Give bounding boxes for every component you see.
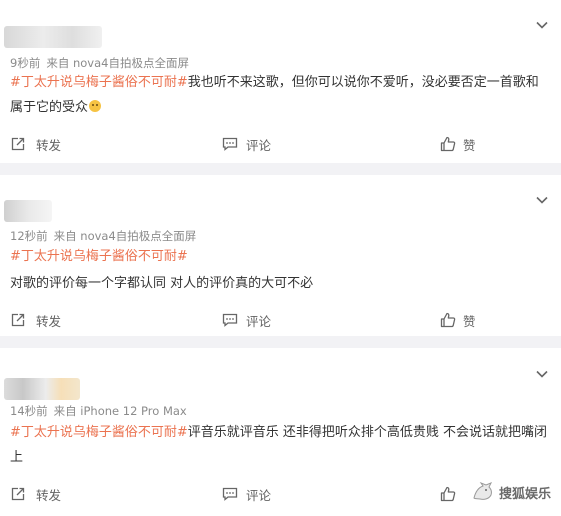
username-blurred[interactable] [4, 26, 102, 48]
post-time[interactable]: 14秒前 [10, 404, 48, 418]
comment-label: 评论 [246, 487, 272, 503]
post-source: 来自 nova4自拍极点全面屏 [53, 229, 197, 243]
like-label: 赞 [463, 313, 476, 329]
post-time[interactable]: 12秒前 [10, 229, 48, 243]
topic-tag[interactable]: #丁太升说乌梅子酱俗不可耐# [10, 75, 188, 90]
post-text: 对歌的评价每一个字都认同 对人的评价真的大可不必 [10, 276, 314, 291]
comment-button[interactable]: 评论 [222, 129, 271, 159]
topic-tag[interactable]: #丁太升说乌梅子酱俗不可耐# [10, 425, 188, 440]
comment-button[interactable]: 评论 [222, 479, 271, 509]
post-meta: 12秒前 来自 nova4自拍极点全面屏 [10, 228, 196, 244]
share-button[interactable]: 转发 [10, 305, 61, 335]
sohu-fox-icon [473, 482, 493, 500]
post-content: #丁太升说乌梅子酱俗不可耐#我也听不来这歌，但你可以说你不爱听，没必要否定一首歌… [10, 70, 550, 120]
chevron-down-icon[interactable] [535, 193, 549, 207]
share-button[interactable]: 转发 [10, 479, 61, 509]
like-button[interactable]: 赞 [440, 305, 476, 335]
post-source: 来自 iPhone 12 Pro Max [53, 404, 187, 418]
post-2: 12秒前 来自 nova4自拍极点全面屏 #丁太升说乌梅子酱俗不可耐# 对歌的评价… [0, 175, 561, 336]
comment-label: 评论 [246, 137, 272, 153]
thumbs-up-icon [440, 486, 456, 502]
post-1: 9秒前 来自 nova4自拍极点全面屏 #丁太升说乌梅子酱俗不可耐#我也听不来这歌… [0, 0, 561, 163]
share-label: 转发 [36, 137, 62, 153]
thumbs-up-icon [440, 136, 456, 152]
post-source: 来自 nova4自拍极点全面屏 [46, 56, 189, 70]
watermark-text: 搜狐娱乐 [498, 486, 551, 502]
share-icon [11, 487, 25, 501]
post-separator [0, 163, 561, 175]
like-button[interactable] [440, 479, 463, 509]
share-button[interactable]: 转发 [10, 129, 61, 159]
share-icon [11, 313, 25, 327]
chevron-down-icon[interactable] [535, 18, 549, 32]
comment-icon [222, 487, 238, 501]
share-label: 转发 [36, 313, 62, 329]
topic-tag[interactable]: #丁太升说乌梅子酱俗不可耐# [10, 249, 188, 264]
smile-emoji-icon [89, 100, 102, 112]
comment-icon [222, 313, 238, 327]
comment-label: 评论 [246, 313, 272, 329]
like-button[interactable]: 赞 [440, 129, 476, 159]
comment-icon [222, 137, 238, 151]
post-meta: 14秒前 来自 iPhone 12 Pro Max [10, 403, 187, 419]
post-content: #丁太升说乌梅子酱俗不可耐# 对歌的评价每一个字都认同 对人的评价真的大可不必 [10, 244, 550, 296]
post-time[interactable]: 9秒前 [10, 56, 40, 70]
post-content: #丁太升说乌梅子酱俗不可耐#评音乐就评音乐 还非得把听众排个高低贵贱 不会说话就… [10, 420, 550, 470]
action-bar: 转发 评论 赞 [0, 129, 561, 159]
post-meta: 9秒前 来自 nova4自拍极点全面屏 [10, 55, 189, 71]
post-separator [0, 336, 561, 348]
share-label: 转发 [36, 487, 62, 503]
watermark: 搜狐娱乐 [472, 482, 551, 502]
comment-button[interactable]: 评论 [222, 305, 271, 335]
username-blurred[interactable] [4, 378, 80, 400]
action-bar: 转发 评论 赞 [0, 305, 561, 335]
thumbs-up-icon [440, 312, 456, 328]
share-icon [11, 137, 25, 151]
username-blurred[interactable] [4, 200, 52, 222]
chevron-down-icon[interactable] [535, 367, 549, 381]
like-label: 赞 [463, 137, 476, 153]
